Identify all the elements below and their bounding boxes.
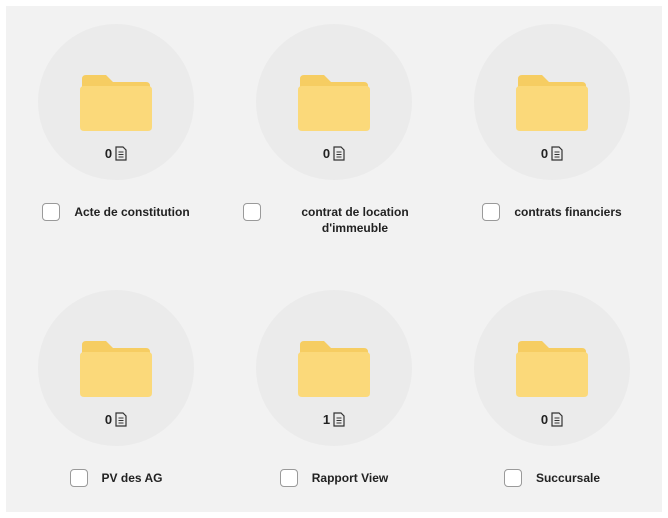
folder-checkbox[interactable] [243,203,261,221]
folder-icon [516,75,588,131]
file-count-value: 1 [322,412,331,427]
folder-checkbox[interactable] [279,469,298,487]
folder-thumbnail[interactable]: 1 [256,290,412,446]
folder-thumbnail[interactable]: 0 [256,24,412,180]
folder-card[interactable]: 0 contrat de location d'immeuble [224,6,444,236]
folder-thumbnail[interactable]: 0 [474,24,630,180]
folder-checkbox[interactable] [69,469,88,487]
file-count: 0 [256,146,412,162]
folder-label-row: contrats financiers [442,203,662,221]
folder-icon [80,75,152,131]
file-count-value: 0 [540,146,549,161]
document-icon [551,412,563,427]
file-count-value: 0 [104,412,113,427]
folder-name[interactable]: Succursale [536,470,600,486]
file-count: 0 [474,146,630,162]
folder-card[interactable]: 0 Acte de constitution [6,6,226,236]
document-icon [115,146,127,161]
file-count: 0 [38,412,194,428]
file-count-value: 0 [104,146,113,161]
folder-icon [80,341,152,397]
folder-checkbox[interactable] [482,203,501,221]
folder-label-row: Acte de constitution [6,203,226,221]
file-count: 1 [256,412,412,428]
folder-thumbnail[interactable]: 0 [38,24,194,180]
folder-name[interactable]: Acte de constitution [74,204,189,220]
folder-thumbnail[interactable]: 0 [474,290,630,446]
folder-icon [298,341,370,397]
folder-checkbox[interactable] [503,469,522,487]
folder-label-row: PV des AG [6,469,226,487]
folder-label-row: Succursale [442,469,662,487]
folder-name[interactable]: contrats financiers [514,204,621,220]
file-count: 0 [38,146,194,162]
file-count-value: 0 [322,146,331,161]
folder-name[interactable]: PV des AG [102,470,163,486]
folder-name[interactable]: Rapport View [312,470,388,486]
folder-icon [298,75,370,131]
document-icon [333,146,345,161]
document-icon [551,146,563,161]
folder-card[interactable]: 0 Succursale [442,272,662,502]
folder-card[interactable]: 0 contrats financiers [442,6,662,236]
document-icon [115,412,127,427]
folder-label-row: contrat de location d'immeuble [224,203,444,236]
folder-thumbnail[interactable]: 0 [38,290,194,446]
document-icon [333,412,345,427]
folder-card[interactable]: 0 PV des AG [6,272,226,502]
folder-card[interactable]: 1 Rapport View [224,272,444,502]
folder-icon [516,341,588,397]
folder-name[interactable]: contrat de location d'immeuble [285,204,425,236]
folder-checkbox[interactable] [42,203,61,221]
file-count-value: 0 [540,412,549,427]
folder-label-row: Rapport View [224,469,444,487]
file-count: 0 [474,412,630,428]
folder-grid: 0 Acte de constitution 0 contrat de loca… [6,6,662,512]
